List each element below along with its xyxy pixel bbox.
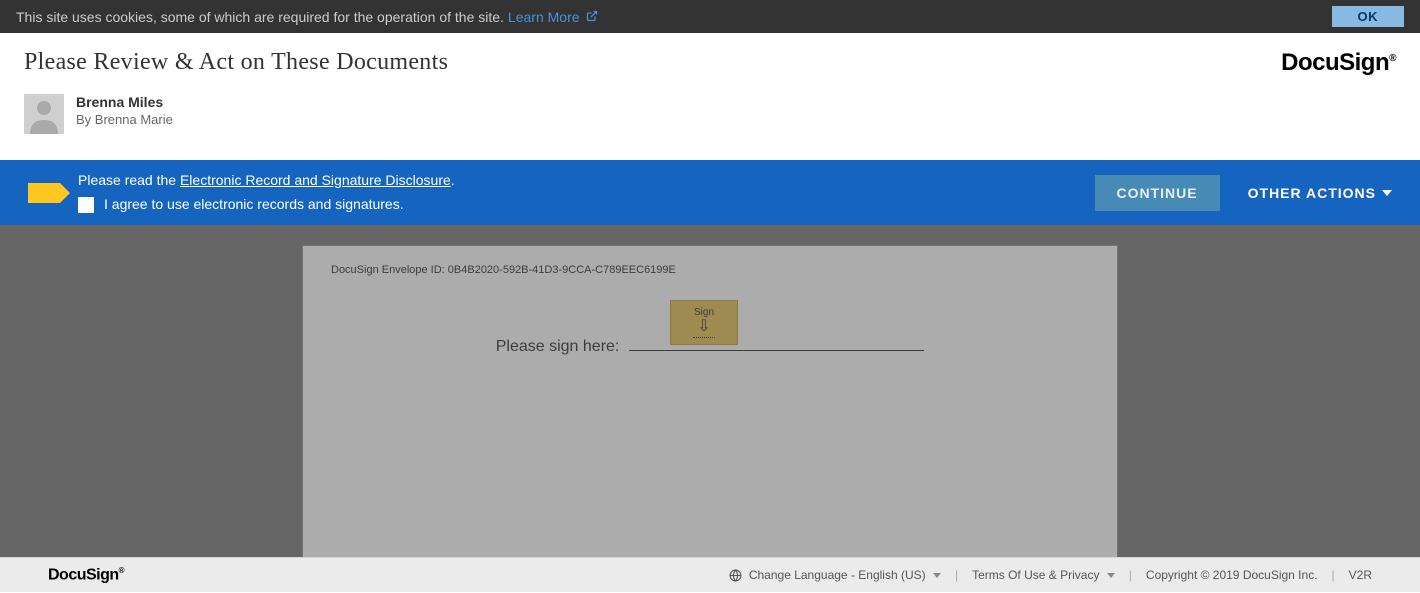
globe-icon: [729, 569, 742, 582]
disclosure-suffix: .: [451, 172, 455, 188]
footer-separator: |: [1332, 568, 1335, 582]
agree-text: I agree to use electronic records and si…: [104, 194, 404, 215]
sign-tag-label: Sign: [694, 307, 714, 318]
cookie-message: This site uses cookies, some of which ar…: [16, 9, 504, 25]
disclosure-prefix: Please read the: [78, 172, 180, 188]
disclosure-link[interactable]: Electronic Record and Signature Disclosu…: [180, 172, 451, 188]
footer-separator: |: [1129, 568, 1132, 582]
sign-tag-arrow-icon: ⇩: [693, 319, 714, 338]
document-viewer[interactable]: DocuSign Envelope ID: 0B4B2020-592B-41D3…: [0, 225, 1420, 557]
change-language-label: Change Language - English (US): [749, 568, 926, 582]
disclosure-block: Please read the Electronic Record and Si…: [78, 170, 455, 215]
footer: DocuSign® Change Language - English (US)…: [0, 557, 1420, 592]
continue-button[interactable]: CONTINUE: [1095, 175, 1220, 211]
agree-checkbox[interactable]: [78, 197, 94, 213]
agree-row: I agree to use electronic records and si…: [78, 194, 455, 215]
brand-logo: DocuSign®: [1281, 49, 1396, 77]
sender-info: Brenna Miles By Brenna Marie: [76, 94, 173, 127]
header-left: Please Review & Act on These Documents B…: [24, 49, 1281, 134]
footer-separator: |: [955, 568, 958, 582]
sender-row: Brenna Miles By Brenna Marie: [24, 94, 1281, 134]
change-language-dropdown[interactable]: Change Language - English (US): [729, 568, 941, 582]
page-title: Please Review & Act on These Documents: [24, 49, 1281, 76]
footer-brand: DocuSign®: [48, 566, 124, 584]
cookie-text: This site uses cookies, some of which ar…: [16, 9, 598, 25]
signature-line: [629, 350, 924, 351]
copyright-text: Copyright © 2019 DocuSign Inc.: [1146, 568, 1318, 582]
ribbon-arrow-icon: [28, 183, 60, 203]
cookie-learn-more-link[interactable]: Learn More: [508, 9, 580, 25]
other-actions-label: OTHER ACTIONS: [1248, 185, 1376, 201]
cookie-ok-button[interactable]: OK: [1332, 6, 1405, 27]
sender-by: By Brenna Marie: [76, 112, 173, 127]
action-bar-right: CONTINUE OTHER ACTIONS: [1095, 175, 1393, 211]
envelope-id: DocuSign Envelope ID: 0B4B2020-592B-41D3…: [331, 264, 1089, 276]
action-bar: Please read the Electronic Record and Si…: [0, 160, 1420, 225]
action-bar-left: Please read the Electronic Record and Si…: [28, 170, 455, 215]
document-page: DocuSign Envelope ID: 0B4B2020-592B-41D3…: [302, 245, 1118, 557]
sender-name: Brenna Miles: [76, 94, 173, 110]
caret-down-icon: [933, 573, 941, 578]
avatar: [24, 94, 64, 134]
caret-down-icon: [1107, 573, 1115, 578]
sign-prompt: Please sign here:: [496, 338, 620, 356]
sign-here-tag[interactable]: Sign ⇩: [670, 300, 738, 345]
disclosure-line: Please read the Electronic Record and Si…: [78, 170, 455, 191]
caret-down-icon: [1382, 190, 1392, 196]
sign-region: Sign ⇩ Please sign here:: [331, 338, 1089, 356]
terms-label: Terms Of Use & Privacy: [972, 568, 1099, 582]
terms-dropdown[interactable]: Terms Of Use & Privacy: [972, 568, 1115, 582]
other-actions-dropdown[interactable]: OTHER ACTIONS: [1248, 185, 1392, 201]
version-text: V2R: [1349, 568, 1372, 582]
external-link-icon: [586, 9, 598, 25]
header: Please Review & Act on These Documents B…: [0, 33, 1420, 160]
cookie-banner: This site uses cookies, some of which ar…: [0, 0, 1420, 33]
footer-right: Change Language - English (US) | Terms O…: [729, 568, 1373, 582]
